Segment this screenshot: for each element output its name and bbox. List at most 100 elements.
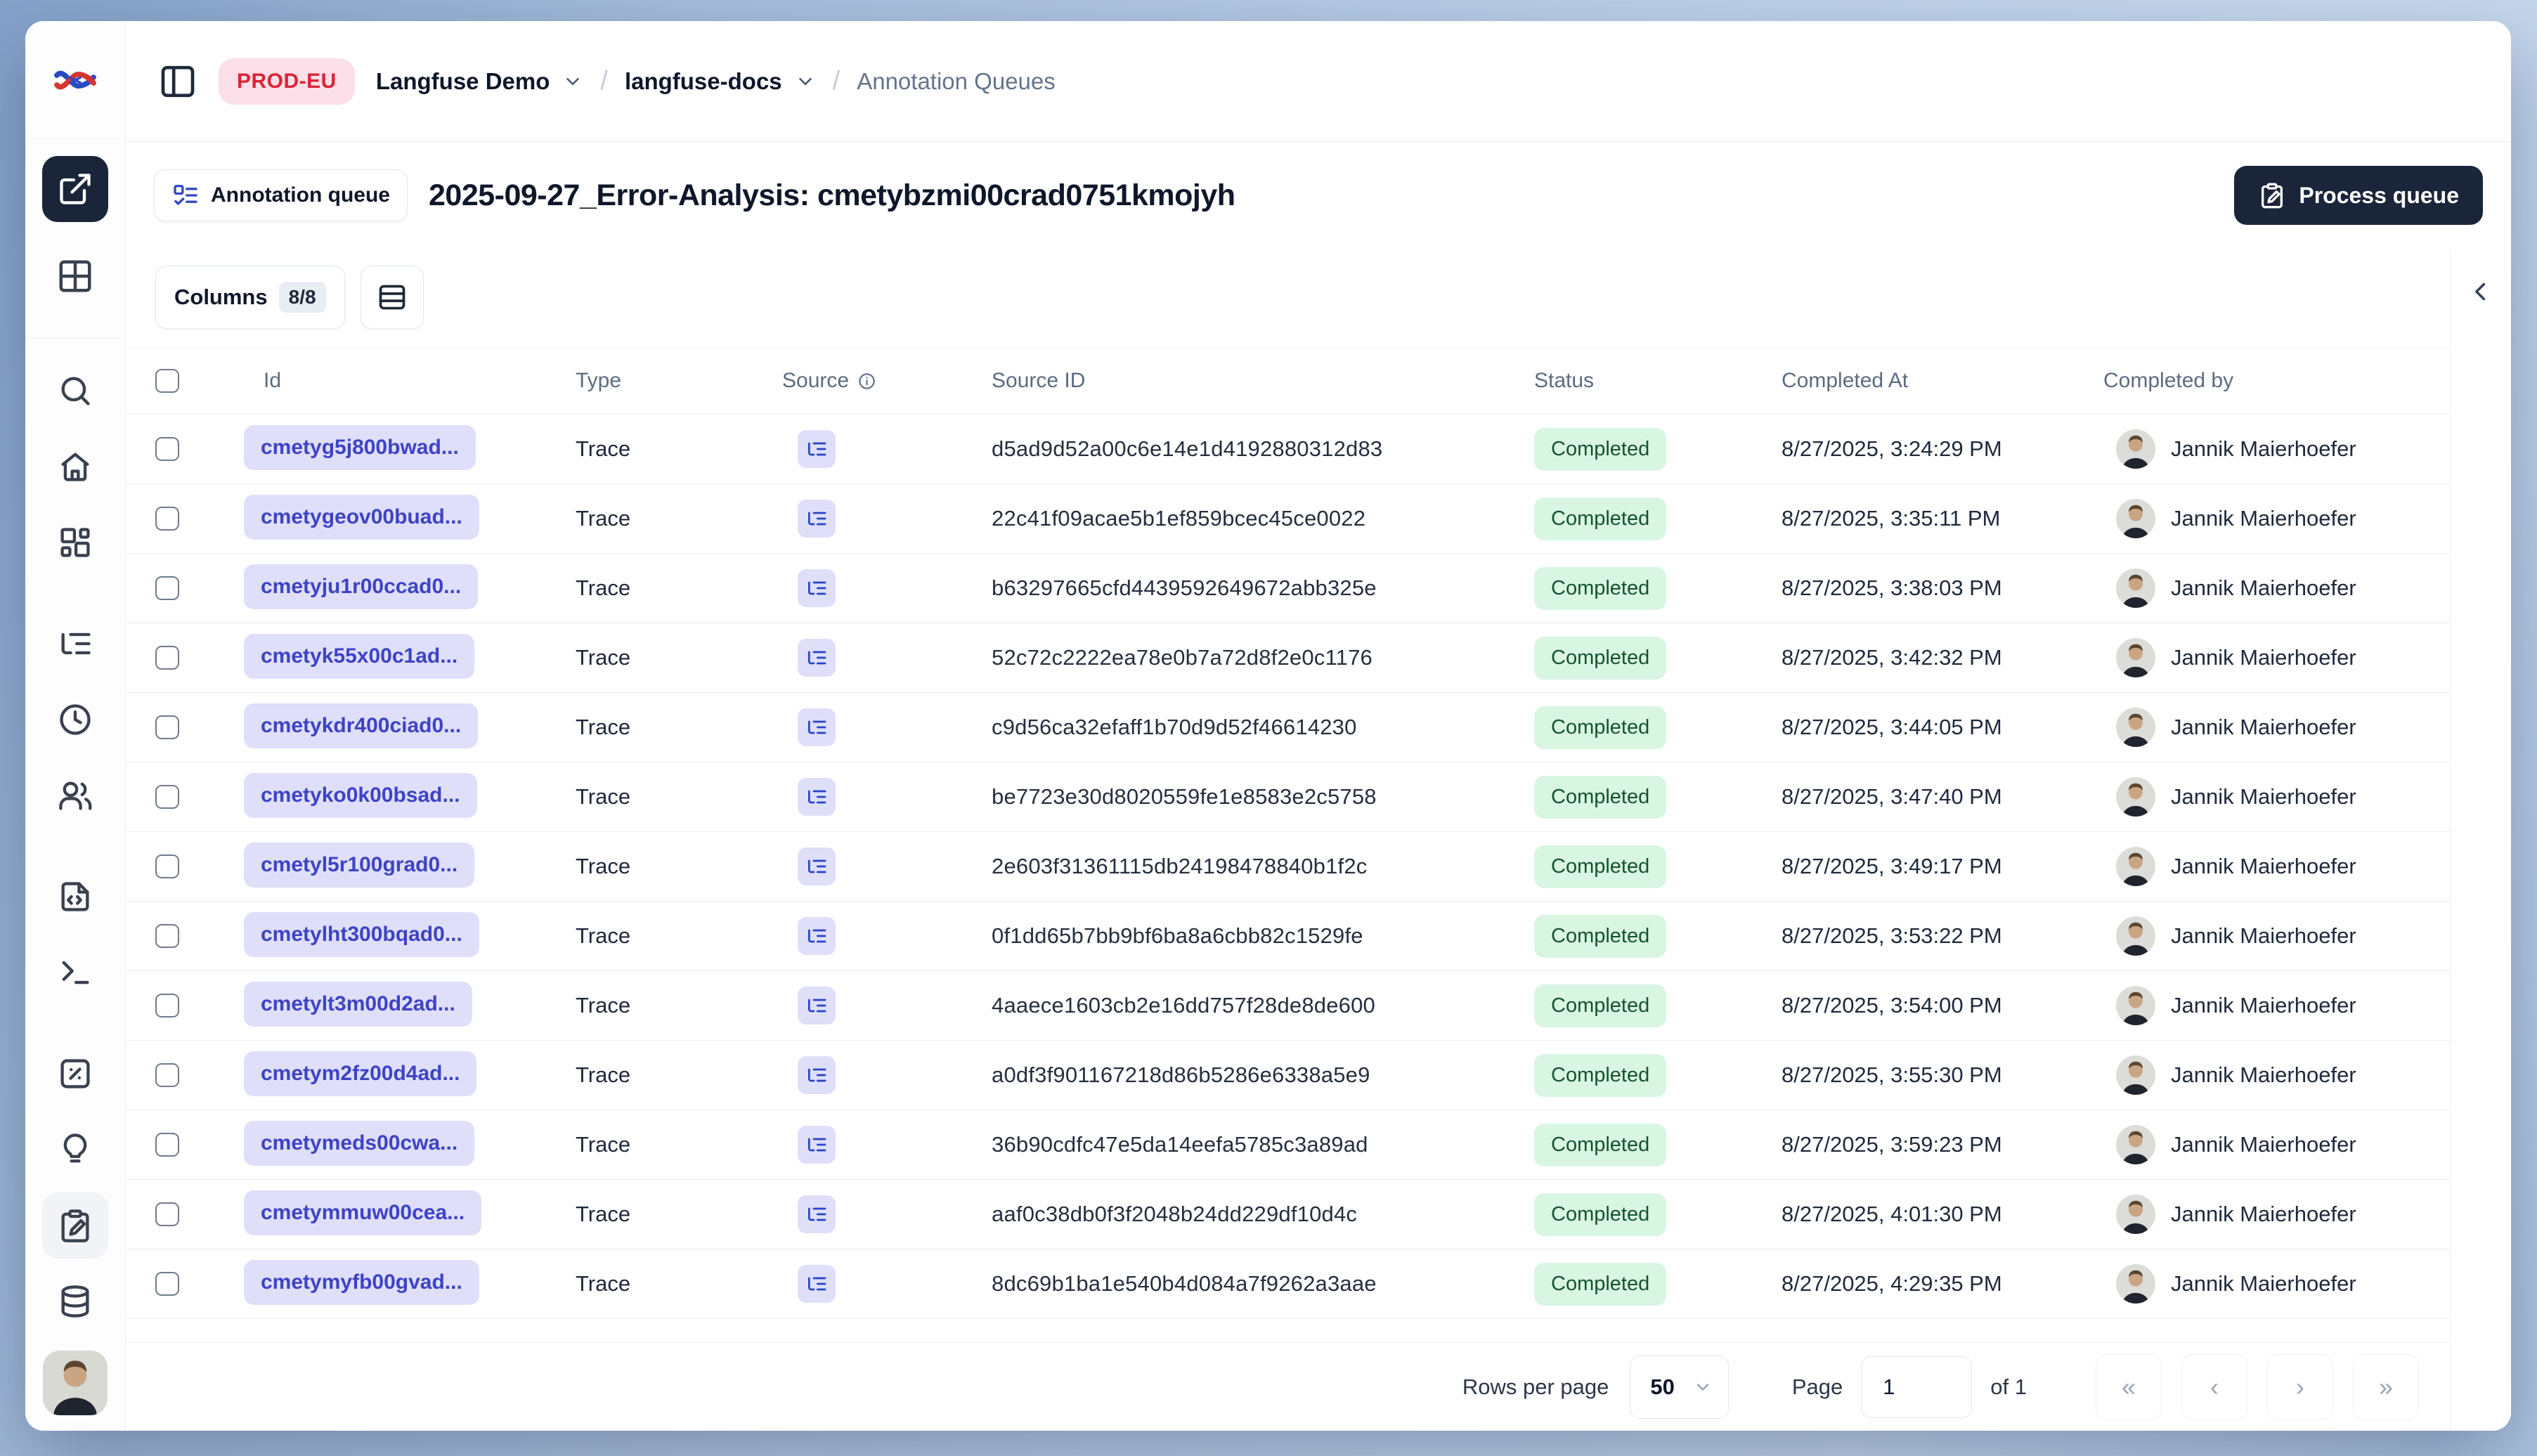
expand-panel-button[interactable] [2466,277,2496,306]
row-checkbox[interactable] [155,437,179,461]
side-panel-collapsed [2451,249,2511,1431]
row-checkbox[interactable] [155,715,179,739]
status-badge: Completed [1534,914,1667,958]
sidebar-item-search[interactable] [42,358,108,424]
completed-by-cell: Jannik Maierhoefer [2103,568,2450,608]
breadcrumb-org[interactable]: Langfuse Demo [376,68,550,95]
row-checkbox[interactable] [155,854,179,878]
completed-at-cell: 8/27/2025, 3:44:05 PM [1782,715,2002,739]
previous-page-button[interactable]: ‹ [2181,1353,2247,1420]
item-id-badge[interactable]: cmetyju1r00ccad0... [244,564,479,609]
table-row: cmetykdr400ciad0... Trace c9d56ca32efaff… [126,693,2450,762]
page-number-input[interactable] [1861,1356,1973,1418]
chevron-down-icon[interactable] [562,71,583,92]
item-id-badge[interactable]: cmetymeds00cwa... [244,1120,475,1166]
sidebar-item-home[interactable] [42,434,108,500]
item-id-badge[interactable]: cmetylt3m00d2ad... [244,981,472,1027]
chevron-down-icon[interactable] [795,71,816,92]
sidebar-item-datasets[interactable] [42,1268,108,1334]
table-row: cmetylt3m00d2ad... Trace 4aaece1603cb2e1… [126,971,2450,1041]
last-page-button[interactable]: » [2353,1353,2419,1420]
columns-label: Columns [174,285,268,309]
row-checkbox[interactable] [155,994,179,1018]
source-trace-button[interactable] [798,847,836,885]
avatar [2116,1055,2155,1095]
first-page-button[interactable]: « [2096,1353,2162,1420]
item-id-badge[interactable]: cmetyl5r100grad0... [244,842,475,888]
breadcrumb-project[interactable]: langfuse-docs [625,68,782,95]
type-cell: Trace [576,784,631,809]
sidebar-item-dashboards[interactable] [42,509,108,576]
completed-at-cell: 8/27/2025, 3:53:22 PM [1782,923,2002,948]
source-trace-button[interactable] [798,569,836,607]
row-checkbox[interactable] [155,1202,179,1226]
item-id-badge[interactable]: cmetymyfb00gvad... [244,1259,479,1305]
row-checkbox[interactable] [155,924,179,948]
process-queue-button[interactable]: Process queue [2234,166,2483,225]
table-row: cmetymmuw00cea... Trace aaf0c38db0f3f204… [126,1180,2450,1249]
item-id-badge[interactable]: cmetyk55x00c1ad... [244,633,475,679]
source-id-cell: 0f1dd65b7bb9bf6ba8a6cbb82c1529fe [992,923,1363,948]
sidebar-toggle-button[interactable] [158,62,197,101]
item-id-badge[interactable]: cmetykdr400ciad0... [244,703,479,748]
completed-by-name: Jannik Maierhoefer [2171,1062,2356,1087]
row-checkbox[interactable] [155,576,179,600]
source-trace-button[interactable] [798,430,836,468]
completed-by-cell: Jannik Maierhoefer [2103,638,2450,677]
row-checkbox[interactable] [155,785,179,809]
source-trace-button[interactable] [798,708,836,746]
clipboard-pen-icon [57,1207,93,1244]
columns-button[interactable]: Columns 8/8 [155,266,345,329]
search-icon [57,372,93,409]
source-trace-button[interactable] [798,1126,836,1164]
row-height-button[interactable] [360,266,424,329]
source-trace-button[interactable] [798,500,836,538]
completed-at-cell: 8/27/2025, 3:49:17 PM [1782,854,2002,878]
completed-by-cell: Jannik Maierhoefer [2103,1125,2450,1164]
completed-by-name: Jannik Maierhoefer [2171,576,2356,600]
item-id-badge[interactable]: cmetyg5j800bwad... [244,424,476,470]
sidebar-item-annotation-queues[interactable] [42,1192,108,1259]
sidebar-item-scores[interactable] [42,1041,108,1107]
breadcrumb: Langfuse Demo / langfuse-docs / Annotati… [376,66,1056,96]
user-avatar[interactable] [43,1351,108,1415]
item-id-badge[interactable]: cmetym2fz00d4ad... [244,1051,477,1096]
sidebar-item-playground[interactable] [42,940,108,1006]
item-id-badge[interactable]: cmetyko0k00bsad... [244,772,477,818]
source-trace-button[interactable] [798,778,836,816]
item-id-badge[interactable]: cmetylht300bqad0... [244,911,479,957]
completed-by-cell: Jannik Maierhoefer [2103,986,2450,1025]
source-trace-button[interactable] [798,639,836,677]
item-id-badge[interactable]: cmetygeov00buad... [244,494,479,540]
app-window: PROD-EU Langfuse Demo / langfuse-docs / … [25,21,2511,1431]
table-row: cmetymeds00cwa... Trace 36b90cdfc47e5da1… [126,1110,2450,1180]
sidebar-item-tracing[interactable] [42,611,108,677]
source-trace-button[interactable] [798,1265,836,1303]
rows-per-page-select[interactable]: 50 [1630,1355,1729,1419]
source-trace-button[interactable] [798,1195,836,1233]
source-trace-button[interactable] [798,987,836,1025]
rows-per-page-label: Rows per page [1462,1374,1609,1399]
info-icon[interactable] [857,372,876,391]
table-row: cmetyg5j800bwad... Trace d5ad9d52a00c6e1… [126,415,2450,484]
next-page-button[interactable]: › [2267,1353,2333,1420]
source-trace-button[interactable] [798,917,836,955]
sidebar-item-sessions[interactable] [42,687,108,753]
row-checkbox[interactable] [155,507,179,531]
sidebar-item-tables[interactable] [42,243,108,309]
sidebar-item-go-to-project[interactable] [42,156,108,222]
source-trace-button[interactable] [798,1056,836,1094]
sidebar-item-users[interactable] [42,762,108,828]
item-id-badge[interactable]: cmetymmuw00cea... [244,1190,482,1235]
sidebar-item-prompts[interactable] [42,864,108,930]
rows-icon [377,282,408,313]
completed-by-name: Jannik Maierhoefer [2171,784,2356,809]
row-checkbox[interactable] [155,1272,179,1296]
row-checkbox[interactable] [155,1133,179,1157]
select-all-checkbox[interactable] [155,369,179,393]
row-checkbox[interactable] [155,646,179,670]
sidebar-item-evaluation[interactable] [42,1117,108,1183]
completed-at-cell: 8/27/2025, 4:29:35 PM [1782,1271,2002,1296]
list-tree-icon [57,625,93,662]
row-checkbox[interactable] [155,1063,179,1087]
